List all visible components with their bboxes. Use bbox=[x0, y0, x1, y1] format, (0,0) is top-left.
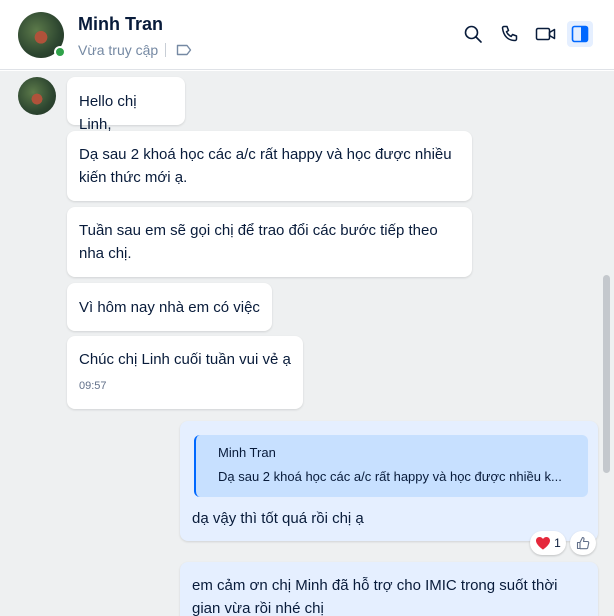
quoted-sender: Minh Tran bbox=[218, 445, 276, 460]
contact-name[interactable]: Minh Tran bbox=[78, 14, 163, 35]
message-text: Dạ sau 2 khoá học các a/c rất happy và h… bbox=[79, 146, 452, 186]
online-status-dot bbox=[54, 46, 66, 58]
video-call-button[interactable] bbox=[533, 21, 559, 47]
message-bubble[interactable]: Tuần sau em sẽ gọi chị để trao đổi các b… bbox=[67, 207, 472, 277]
search-button[interactable] bbox=[460, 21, 486, 47]
message-text: Tuần sau em sẽ gọi chị để trao đổi các b… bbox=[79, 222, 438, 262]
reaction-count: 1 bbox=[554, 536, 561, 550]
sidebar-toggle-icon bbox=[571, 25, 589, 43]
quoted-text: Dạ sau 2 khoá học các a/c rất happy và h… bbox=[218, 469, 562, 484]
message-text: dạ vậy thì tốt quá rồi chị ạ bbox=[192, 510, 364, 527]
thumbs-up-icon bbox=[576, 536, 590, 550]
heart-icon bbox=[536, 537, 551, 550]
message-bubble[interactable]: Vì hôm nay nhà em có việc bbox=[67, 283, 272, 331]
scrollbar-thumb[interactable] bbox=[603, 275, 610, 473]
contact-status: Vừa truy cập bbox=[78, 42, 159, 58]
sidebar-toggle-button[interactable] bbox=[567, 21, 593, 47]
reaction-badge[interactable]: 1 bbox=[530, 531, 566, 555]
message-bubble[interactable]: Chúc chị Linh cuối tuần vui vẻ ạ 09:57 bbox=[67, 336, 303, 409]
reply-message-bubble[interactable]: Minh Tran Dạ sau 2 khoá học các a/c rất … bbox=[180, 421, 598, 541]
chat-header: Minh Tran Vừa truy cập bbox=[0, 0, 614, 70]
tag-icon[interactable] bbox=[176, 44, 192, 56]
message-list[interactable]: Hello chị Linh, Dạ sau 2 khoá học các a/… bbox=[0, 71, 614, 616]
divider bbox=[165, 43, 166, 57]
add-reaction-button[interactable] bbox=[570, 531, 596, 555]
call-button[interactable] bbox=[497, 21, 523, 47]
message-bubble[interactable]: em cảm ơn chị Minh đã hỗ trợ cho IMIC tr… bbox=[180, 562, 598, 616]
sender-avatar[interactable] bbox=[18, 77, 56, 115]
message-bubble[interactable]: Dạ sau 2 khoá học các a/c rất happy và h… bbox=[67, 131, 472, 201]
message-text: Chúc chị Linh cuối tuần vui vẻ ạ bbox=[79, 351, 291, 368]
search-icon bbox=[464, 25, 482, 43]
quoted-message[interactable]: Minh Tran Dạ sau 2 khoá học các a/c rất … bbox=[194, 435, 588, 497]
phone-icon bbox=[501, 25, 518, 42]
message-text: Vì hôm nay nhà em có việc bbox=[79, 299, 260, 316]
message-text: Hello chị Linh, bbox=[79, 93, 137, 133]
video-icon bbox=[535, 27, 556, 41]
message-text: em cảm ơn chị Minh đã hỗ trợ cho IMIC tr… bbox=[192, 577, 558, 616]
message-time: 09:57 bbox=[79, 380, 107, 392]
message-bubble[interactable]: Hello chị Linh, bbox=[67, 77, 185, 133]
